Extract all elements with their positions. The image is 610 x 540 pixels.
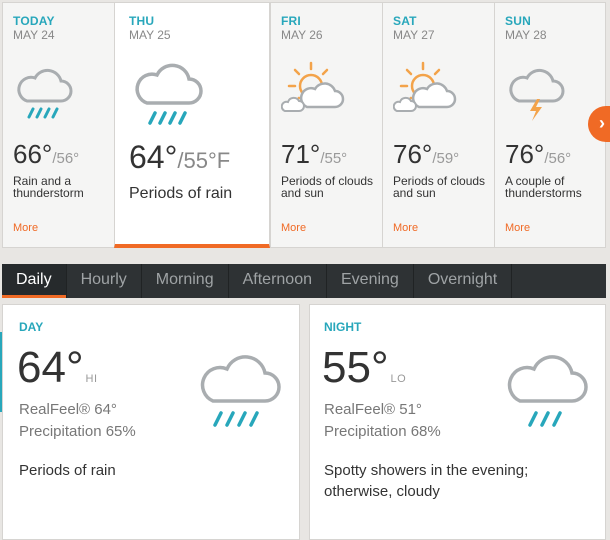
day-temperature: 64°/55°F [129, 139, 230, 176]
panel-label: NIGHT [324, 320, 362, 334]
precipitation-text: Precipitation 65% [19, 423, 136, 440]
day-phrase: Rain and a thunderstorm [13, 174, 84, 200]
more-link[interactable]: More [281, 222, 306, 234]
tab-overnight[interactable]: Overnight [414, 264, 513, 298]
more-link[interactable]: More [393, 222, 418, 234]
showers-cloud-icon [507, 355, 588, 427]
more-link[interactable]: More [13, 222, 38, 234]
forecast-tabs: Daily Hourly Morning Afternoon Evening O… [2, 264, 606, 298]
day-forecast-strip: TODAY MAY 24 66°/56° Rain and a thunders… [2, 2, 606, 248]
day-card-fri[interactable]: FRI MAY 26 71°/55° Periods of clouds and… [270, 2, 383, 248]
precipitation-text: Precipitation 68% [324, 423, 441, 440]
day-phrase: Periods of rain [129, 185, 233, 202]
day-temperature: 76°/56° [505, 139, 571, 170]
day-name: THU [129, 14, 155, 28]
night-detail-panel: NIGHT 55° LO RealFeel® 51° Precipitation … [309, 304, 606, 540]
day-phrase: Periods of clouds and sun [281, 174, 374, 200]
rain-cloud-icon [200, 355, 281, 427]
realfeel-text: RealFeel® 64° [19, 401, 117, 418]
low-temp: /56° [52, 150, 80, 167]
partly-sunny-icon [393, 61, 457, 112]
day-phrase: A couple of thunderstorms [505, 174, 582, 200]
temperature-tag: HI [85, 373, 98, 385]
rain-cloud-icon [17, 68, 73, 119]
panel-phrase: Spotty showers in the evening; otherwise… [324, 462, 529, 500]
rain-cloud-icon [135, 63, 203, 125]
day-card-today[interactable]: TODAY MAY 24 66°/56° Rain and a thunders… [2, 2, 115, 248]
low-temp: /59° [432, 150, 460, 167]
day-card-thu[interactable]: THU MAY 25 64°/55°F Periods of rain [114, 2, 270, 248]
day-date: MAY 27 [393, 28, 435, 42]
panel-temperature: 55° LO [322, 343, 406, 393]
day-name: TODAY [13, 14, 55, 28]
day-card-sat[interactable]: SAT MAY 27 76°/59° Periods of clouds and… [382, 2, 495, 248]
day-temperature: 71°/55° [281, 139, 347, 170]
day-date: MAY 25 [129, 28, 171, 42]
day-detail-panel: DAY 64° HI RealFeel® 64° Precipitation 65… [2, 304, 300, 540]
high-temp: 76° [505, 139, 545, 169]
tab-morning[interactable]: Morning [142, 264, 229, 298]
high-temp: 66° [13, 139, 53, 169]
panel-label: DAY [19, 320, 44, 334]
tab-daily[interactable]: Daily [2, 264, 67, 298]
day-temperature: 76°/59° [393, 139, 459, 170]
partly-sunny-icon [281, 61, 345, 112]
day-temperature: 66°/56° [13, 139, 79, 170]
tab-afternoon[interactable]: Afternoon [229, 264, 327, 298]
panel-phrase: Periods of rain [19, 462, 116, 479]
day-date: MAY 28 [505, 28, 547, 42]
high-temp: 76° [393, 139, 433, 169]
day-date: MAY 24 [13, 28, 55, 42]
thunderstorm-icon [509, 68, 565, 121]
high-temp: 64° [129, 139, 178, 175]
low-temp: /56° [544, 150, 572, 167]
day-phrase: Periods of clouds and sun [393, 174, 486, 200]
day-name: FRI [281, 14, 301, 28]
temperature-value: 55° [322, 343, 389, 392]
low-temp: /55°F [177, 148, 231, 173]
low-temp: /55° [320, 150, 348, 167]
day-date: MAY 26 [281, 28, 323, 42]
chevron-right-icon: › [599, 113, 605, 133]
day-name: SAT [393, 14, 417, 28]
temperature-tag: LO [390, 373, 407, 385]
more-link[interactable]: More [505, 222, 530, 234]
tab-hourly[interactable]: Hourly [67, 264, 142, 298]
panel-temperature: 64° HI [17, 343, 98, 393]
tab-evening[interactable]: Evening [327, 264, 414, 298]
day-name: SUN [505, 14, 531, 28]
realfeel-text: RealFeel® 51° [324, 401, 422, 418]
high-temp: 71° [281, 139, 321, 169]
temperature-value: 64° [17, 343, 84, 392]
